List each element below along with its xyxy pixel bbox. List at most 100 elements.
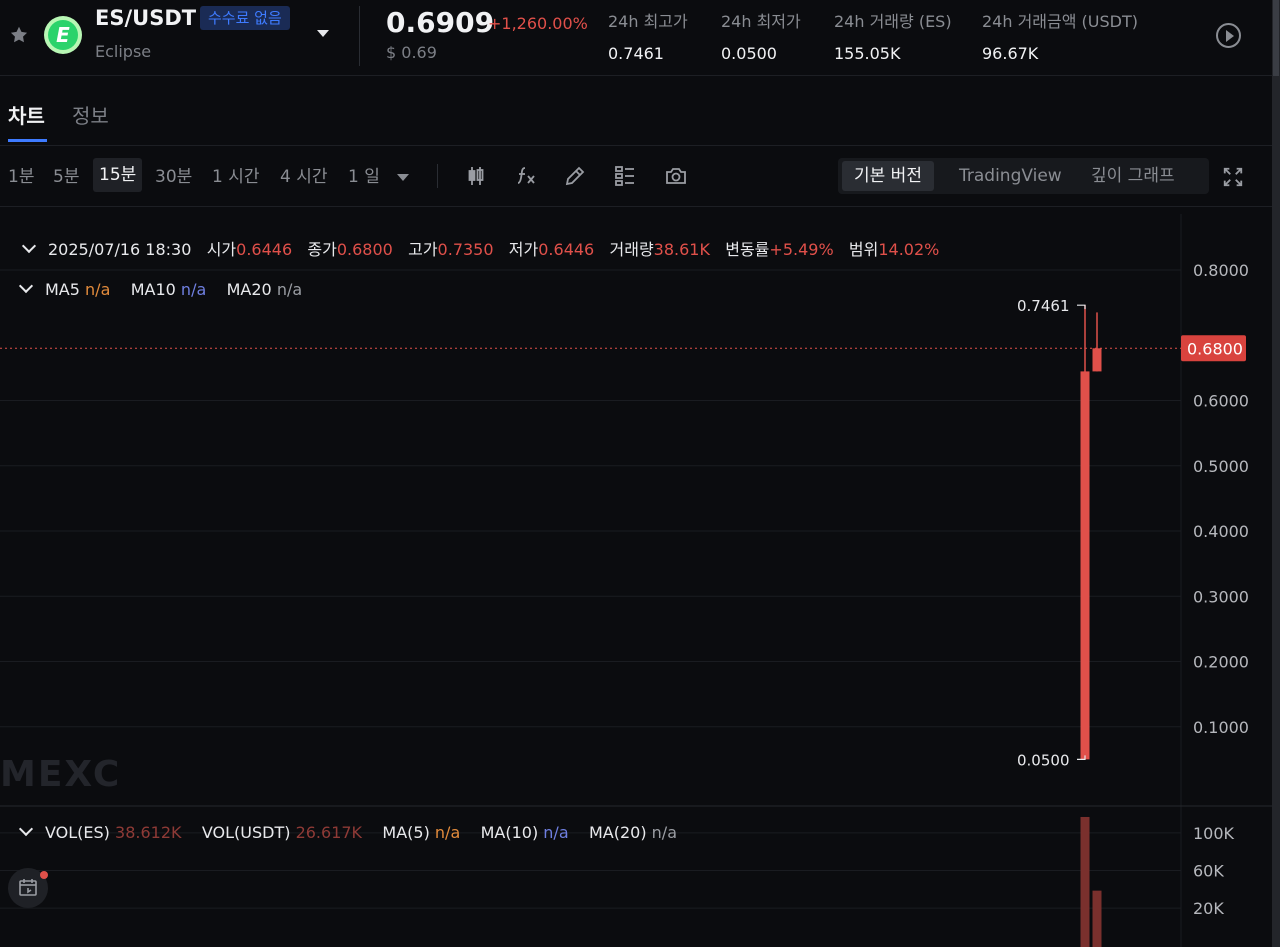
stat-24h-amount: 24h 거래금액 (USDT) 96.67K xyxy=(982,8,1138,63)
timeframe-15m[interactable]: 15분 xyxy=(93,158,143,192)
timeframe-5m[interactable]: 5분 xyxy=(47,163,85,197)
pencil-icon[interactable] xyxy=(563,164,587,188)
stat-24h-low: 24h 최저가 0.0500 xyxy=(721,8,801,63)
ohlc-open-label: 시가 xyxy=(206,240,237,259)
tab-chart[interactable]: 차트 xyxy=(8,100,45,129)
candlestick-icon[interactable] xyxy=(464,164,488,188)
project-name: Eclipse xyxy=(95,42,152,61)
view-tradingview[interactable]: TradingView xyxy=(947,161,1074,191)
candle-body xyxy=(1080,371,1090,760)
y-tick-label: 0.1000 xyxy=(1193,718,1249,737)
star-icon[interactable] xyxy=(8,24,30,46)
vol-ma20-label: MA(20) xyxy=(588,823,647,842)
y-tick-label: 0.8000 xyxy=(1193,261,1249,280)
page-scrollbar[interactable] xyxy=(1272,0,1280,947)
logo-letter: E xyxy=(48,20,78,50)
volume-tick-label: 20K xyxy=(1193,899,1224,918)
price-change: +1,260.00% xyxy=(488,14,588,33)
stat-value: 96.67K xyxy=(982,44,1039,63)
vol-ma10-label: MA(10) xyxy=(480,823,539,842)
tab-active-indicator xyxy=(8,139,47,142)
chevron-down-icon[interactable] xyxy=(21,238,37,254)
last-price: 0.6909 xyxy=(386,6,495,39)
volume-tick-label: 100K xyxy=(1193,824,1235,843)
ma10-label: MA10 xyxy=(130,280,176,299)
vol-ma5-label: MA(5) xyxy=(382,823,430,842)
stat-value: 0.0500 xyxy=(721,44,777,63)
ohlc-open: 0.6446 xyxy=(236,240,293,259)
ohlc-volume: 38.61K xyxy=(653,240,710,259)
y-tick-label: 0.5000 xyxy=(1193,457,1249,476)
stat-24h-volume: 24h 거래량 (ES) 155.05K xyxy=(834,8,952,63)
chevron-down-icon[interactable] xyxy=(18,278,34,294)
volume-info-line: VOL(ES) 38.612K VOL(USDT) 26.617K MA(5) … xyxy=(0,821,677,842)
stat-label: 24h 거래량 (ES) xyxy=(834,12,952,31)
y-tick-label: 0.6000 xyxy=(1193,392,1249,411)
y-tick-label: 0.3000 xyxy=(1193,587,1249,606)
market-header: E ES/USDT 수수료 없음 Eclipse 0.6909 +1,260.0… xyxy=(0,0,1272,76)
high-marker-label: 0.7461 xyxy=(1017,297,1070,315)
view-basic[interactable]: 기본 버전 xyxy=(842,161,934,191)
ohlc-volume-label: 거래량 xyxy=(609,240,654,259)
chevron-down-icon[interactable] xyxy=(317,30,329,37)
ohlc-datetime: 2025/07/16 18:30 xyxy=(48,240,192,259)
timeframe-30m[interactable]: 30분 xyxy=(149,163,198,197)
timeframe-4h[interactable]: 4 시간 xyxy=(274,163,334,197)
timeframe-1d[interactable]: 1 일 xyxy=(342,163,386,197)
ma5-value: n/a xyxy=(85,280,111,299)
ma-info-line: MA5 n/a MA10 n/a MA20 n/a xyxy=(0,278,303,299)
fee-badge: 수수료 없음 xyxy=(200,6,290,30)
volume-bar xyxy=(1092,890,1102,947)
volume-tick-label: 60K xyxy=(1193,862,1224,881)
stat-label: 24h 거래금액 (USDT) xyxy=(982,12,1138,31)
pair-name[interactable]: ES/USDT xyxy=(95,6,196,30)
ma5-label: MA5 xyxy=(45,280,80,299)
camera-icon[interactable] xyxy=(664,164,688,188)
chart-area[interactable]: 0.8000 0.6000 0.5000 0.4000 0.3000 0.2000 0.10… xyxy=(0,214,1272,947)
tab-info[interactable]: 정보 xyxy=(72,100,109,129)
ohlc-high: 0.7350 xyxy=(437,240,494,259)
timeframe-1h[interactable]: 1 시간 xyxy=(206,163,266,197)
divider xyxy=(437,164,438,188)
ohlc-close-label: 종가 xyxy=(307,240,337,259)
y-tick-label: 0.2000 xyxy=(1193,653,1249,672)
scrollbar-thumb[interactable] xyxy=(1273,0,1279,76)
fullscreen-icon[interactable] xyxy=(1222,166,1244,188)
play-circle-icon[interactable] xyxy=(1216,23,1241,48)
mexc-watermark: MEXC xyxy=(0,754,122,795)
ohlc-info-line: 2025/07/16 18:30 시가0.6446 종가0.6800 고가0.7… xyxy=(0,236,939,260)
ohlc-change: +5.49% xyxy=(769,240,834,259)
high-marker-arrow xyxy=(1077,304,1086,310)
vol-usdt-value: 26.617K xyxy=(295,823,363,842)
ohlc-close: 0.6800 xyxy=(336,240,393,259)
divider xyxy=(359,6,360,66)
indicator-fx-icon[interactable] xyxy=(514,164,538,188)
ma20-value: n/a xyxy=(276,280,303,299)
current-price-tag-label: 0.6800 xyxy=(1187,339,1243,358)
chevron-down-icon[interactable] xyxy=(18,821,34,837)
stat-label: 24h 최저가 xyxy=(721,12,801,31)
volume-bar xyxy=(1080,816,1090,947)
stat-24h-high: 24h 최고가 0.7461 xyxy=(608,8,688,63)
notification-dot xyxy=(40,871,48,879)
view-switcher: 기본 버전 TradingView 깊이 그래프 xyxy=(838,158,1209,194)
usd-price: $ 0.69 xyxy=(386,43,437,62)
candle-body xyxy=(1092,348,1102,372)
vol-ma5-value: n/a xyxy=(434,823,461,842)
ohlc-change-label: 변동률 xyxy=(725,240,770,259)
vol-es-label: VOL(ES) xyxy=(45,823,110,842)
layout-grid-icon[interactable] xyxy=(613,164,637,188)
ohlc-low-label: 저가 xyxy=(508,240,539,259)
content-tabs: 차트 정보 xyxy=(0,84,1272,146)
stat-value: 155.05K xyxy=(834,44,901,63)
ohlc-range: 14.02% xyxy=(878,240,940,259)
ohlc-high-label: 고가 xyxy=(408,240,438,259)
ohlc-range-label: 범위 xyxy=(848,240,879,259)
low-marker-label: 0.0500 xyxy=(1017,751,1070,769)
vol-ma10-value: n/a xyxy=(543,823,569,842)
vol-usdt-label: VOL(USDT) xyxy=(201,823,291,842)
chart-toolbar: 1분 5분 15분 30분 1 시간 4 시간 1 일 기본 버전 Tradin… xyxy=(0,147,1272,207)
view-depth[interactable]: 깊이 그래프 xyxy=(1079,161,1187,191)
timeframe-1m[interactable]: 1분 xyxy=(2,163,40,197)
chevron-down-icon[interactable] xyxy=(397,174,409,181)
